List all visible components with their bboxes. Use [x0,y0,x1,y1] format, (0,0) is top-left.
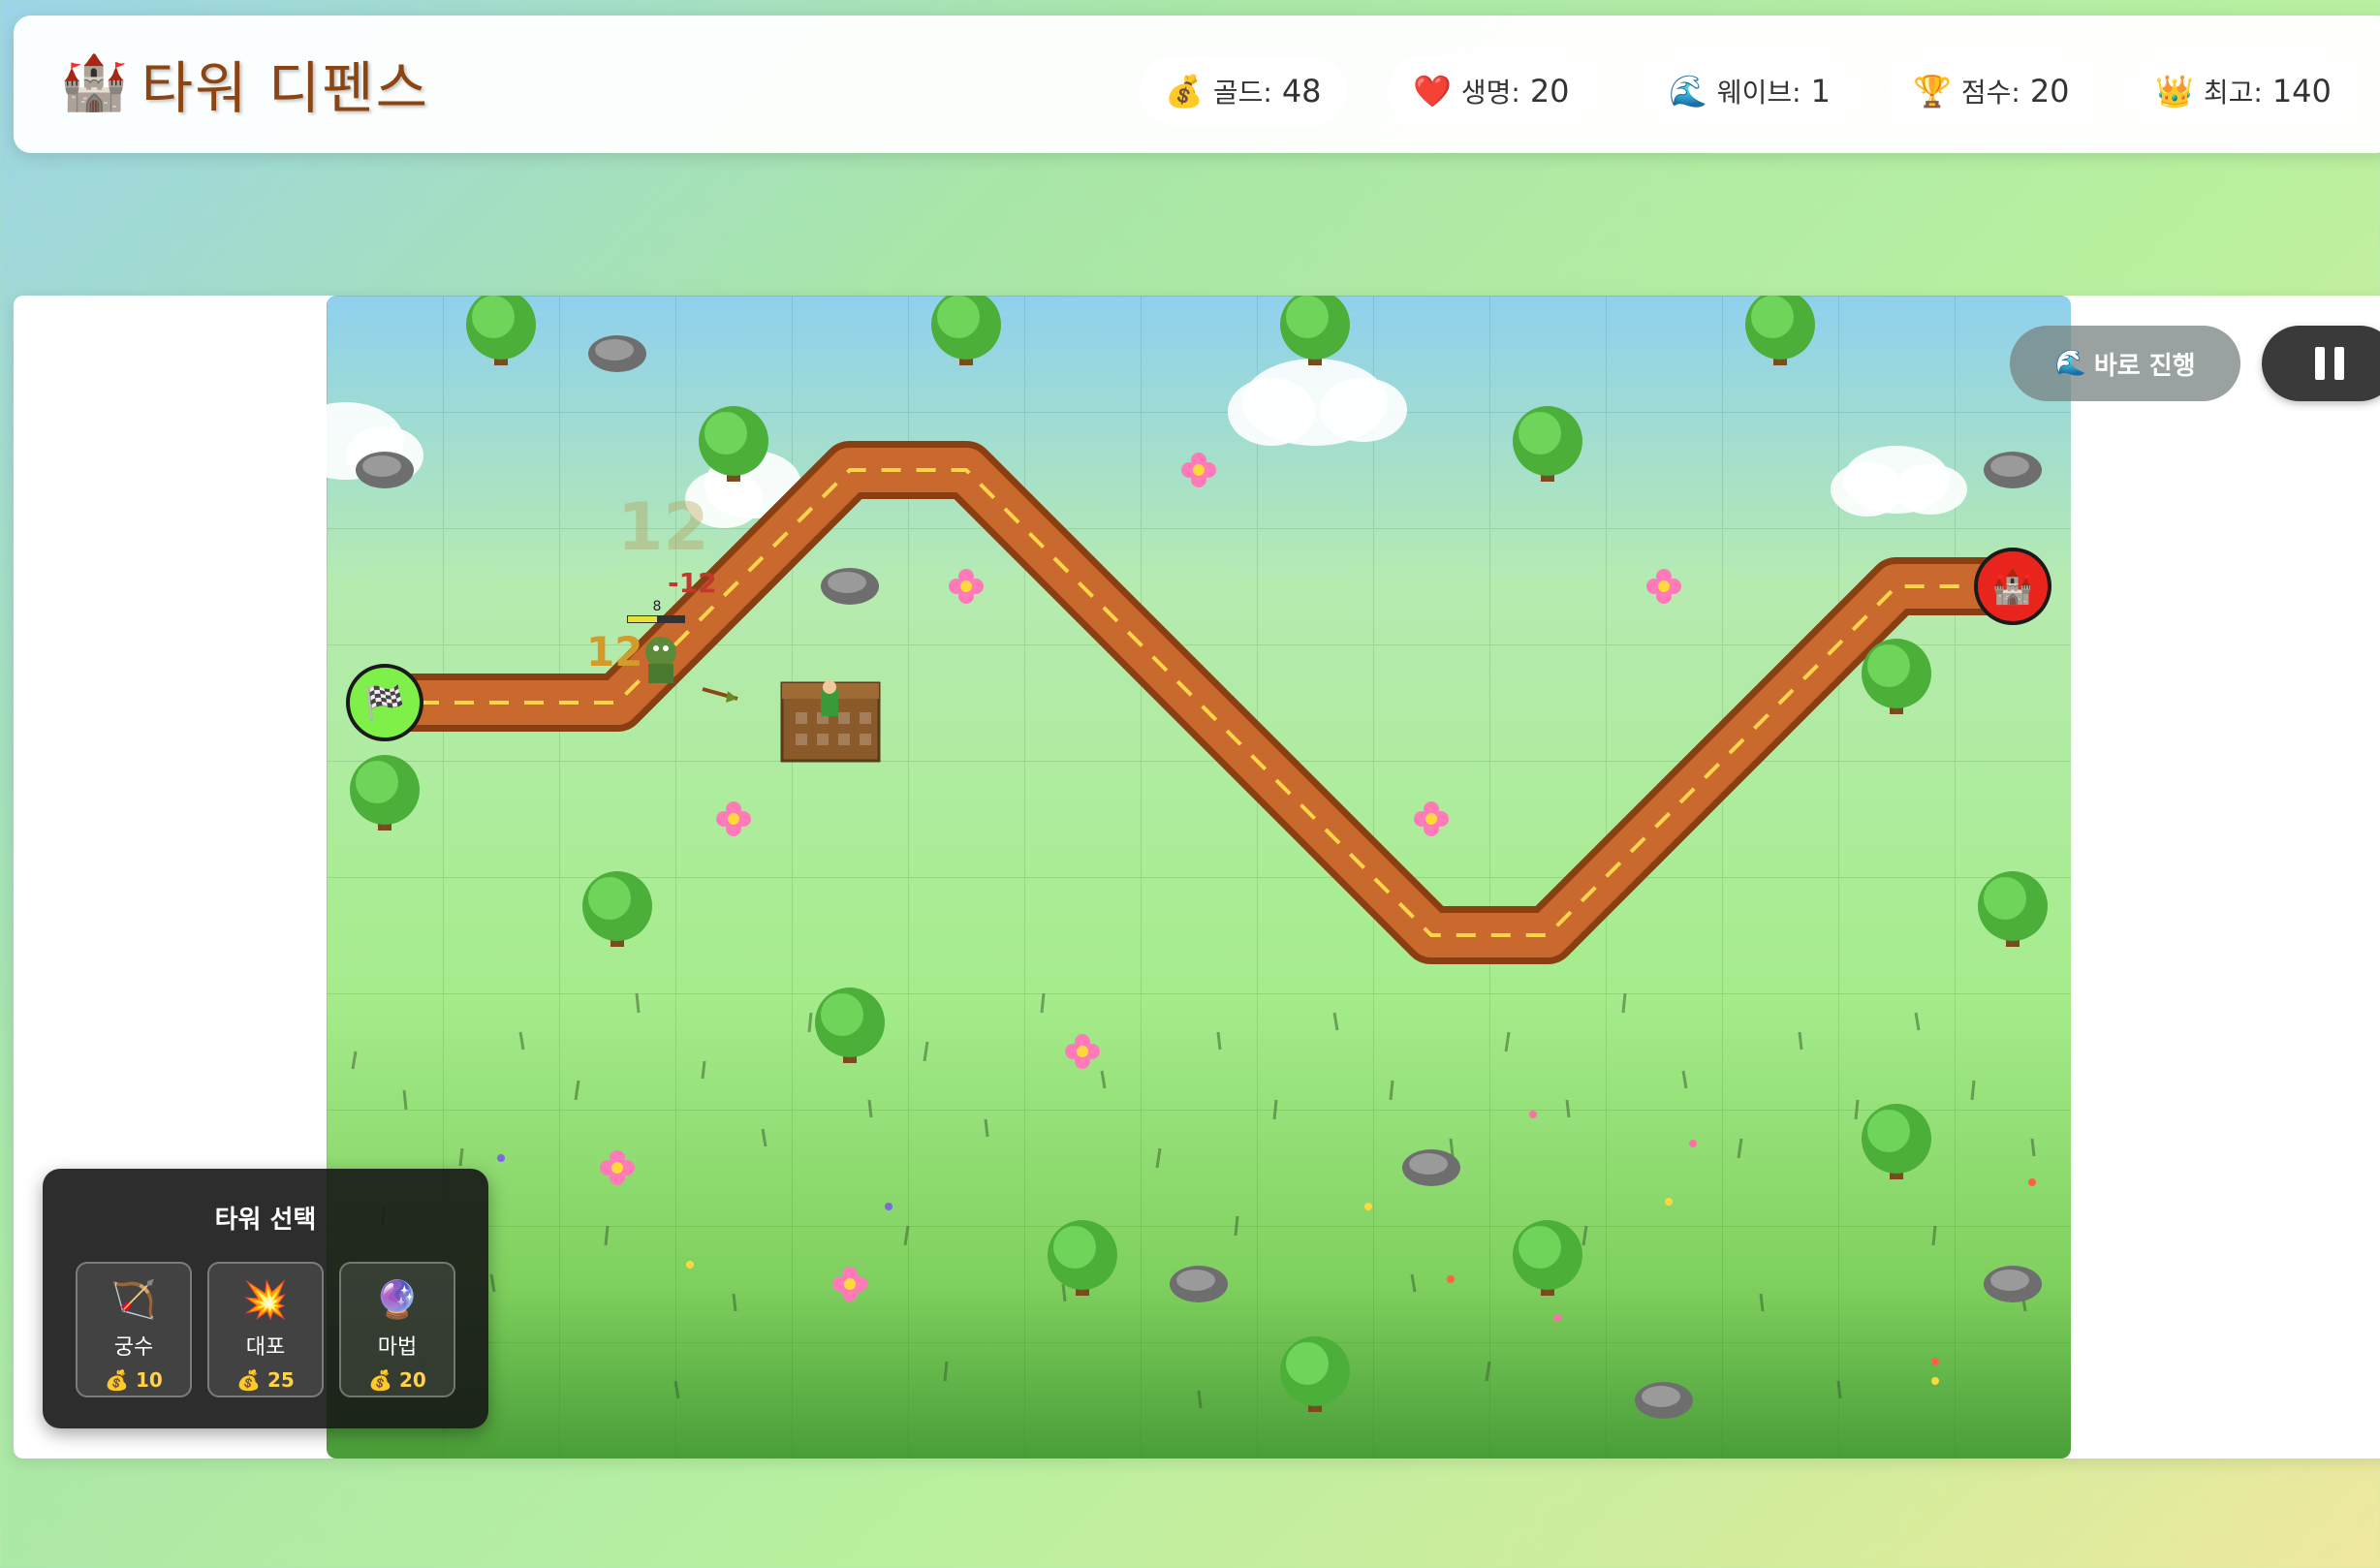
wave-icon: 🌊 [2054,349,2086,378]
explosion-icon: 💥 [242,1278,289,1321]
pause-button[interactable] [2262,326,2380,401]
gold-label: 골드: [1212,77,1272,109]
tower-selection-panel: 타워 선택 🏹 궁수 💰 10 💥 대포 💰 25 🔮 마법 💰 20 [43,1169,488,1428]
damage-number: 12 [617,489,709,566]
lives-label: 생명: [1460,77,1520,109]
archer-tower[interactable] [780,680,881,763]
tower-card-cannon[interactable]: 💥 대포 💰 25 [207,1262,324,1397]
wave-icon: 🌊 [1669,73,1707,110]
tower-cost: 💰 10 [105,1368,163,1392]
rock [821,568,879,605]
score-stat: 🏆 점수: 20 [1888,56,2095,126]
money-bag-icon: 💰 [105,1368,130,1392]
tower-cost: 💰 20 [368,1368,426,1392]
tower-name: 대포 [245,1335,286,1360]
highscore-stat: 👑 최고: 140 [2130,56,2357,126]
highscore-value: 140 [2271,73,2332,110]
highscore-label: 최고: [2203,77,2263,109]
trophy-icon: 🏆 [1913,73,1952,110]
crown-icon: 👑 [2155,73,2194,110]
lives-stat: ❤️ 생명: 20 [1388,56,1595,126]
gold-value: 48 [1281,73,1322,110]
pause-icon [2310,347,2349,380]
damage-number: 12 [586,628,642,675]
tower-card-archer[interactable]: 🏹 궁수 💰 10 [76,1262,192,1397]
wave-value: 1 [1810,73,1831,110]
wave-label: 웨이브: [1716,77,1801,109]
game-board[interactable]: 🏁 🏰 8 12 -12 12 [327,296,2071,1458]
enemy-hp-label: 8 [653,599,662,614]
tower-name: 궁수 [113,1335,154,1360]
tower-name: 마법 [377,1335,418,1360]
bow-arrow-icon: 🏹 [110,1278,157,1321]
start-marker: 🏁 [346,664,423,741]
money-bag-icon: 💰 [1165,73,1204,110]
rock [1170,1266,1228,1302]
castle-goal-icon: 🏰 [1992,568,2033,607]
title-text: 타워 디펜스 [141,55,429,121]
damage-number: -12 [668,567,717,599]
rock [588,335,646,372]
lives-value: 20 [1529,73,1570,110]
gold-stat: 💰 골드: 48 [1140,56,1347,126]
rock [1402,1149,1460,1186]
heart-icon: ❤️ [1413,73,1452,110]
money-bag-icon: 💰 [368,1368,393,1392]
skip-wave-label: 바로 진행 [2093,351,2196,381]
game-title: 🏰 타워 디펜스 [60,45,429,122]
checkered-flag-icon: 🏁 [364,684,405,723]
top-bar: 🏰 타워 디펜스 💰 골드: 48 ❤️ 생명: 20 🌊 웨이브: 1 🏆 점… [14,16,2380,153]
rock [1984,452,2042,488]
rock [1635,1382,1693,1419]
score-label: 점수: [1960,77,2020,109]
score-value: 20 [2029,73,2070,110]
tower-card-magic[interactable]: 🔮 마법 💰 20 [339,1262,455,1397]
wave-stat: 🌊 웨이브: 1 [1644,56,1856,126]
tower-cost: 💰 25 [236,1368,295,1392]
rock [1984,1266,2042,1302]
skip-wave-button[interactable]: 🌊 바로 진행 [2010,326,2240,401]
tower-panel-title: 타워 선택 [214,1206,317,1235]
crystal-ball-icon: 🔮 [374,1278,421,1321]
end-marker: 🏰 [1974,548,2051,625]
money-bag-icon: 💰 [236,1368,262,1392]
rock [356,452,414,488]
castle-icon: 🏰 [60,51,128,114]
